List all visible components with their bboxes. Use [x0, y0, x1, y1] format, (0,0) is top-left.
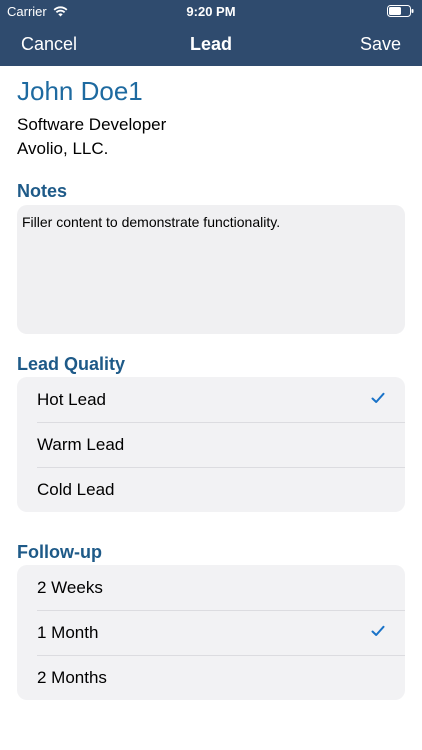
checkmark-icon: [371, 625, 385, 636]
lead-quality-option-cold[interactable]: Cold Lead: [17, 467, 405, 512]
option-label: Warm Lead: [37, 434, 125, 454]
follow-up-option-1-month[interactable]: 1 Month: [17, 610, 405, 655]
lead-quality-option-warm[interactable]: Warm Lead: [17, 422, 405, 467]
contact-company: Avolio, LLC.: [17, 139, 109, 158]
option-label: Hot Lead: [37, 389, 106, 409]
save-button[interactable]: Save: [360, 34, 401, 55]
notes-header: Notes: [17, 181, 68, 201]
follow-up-options: 2 Weeks 1 Month 2 Months: [17, 565, 405, 700]
lead-quality-header: Lead Quality: [17, 354, 126, 374]
battery-icon: [387, 5, 414, 17]
follow-up-header: Follow-up: [17, 542, 102, 562]
navigation-bar: Cancel Lead Save: [0, 22, 422, 66]
lead-quality-options: Hot Lead Warm Lead Cold Lead: [17, 377, 405, 512]
checkmark-icon: [371, 392, 385, 403]
option-label: 1 Month: [37, 622, 99, 642]
cancel-button[interactable]: Cancel: [21, 34, 77, 55]
follow-up-option-2-months[interactable]: 2 Months: [17, 655, 405, 700]
option-label: Cold Lead: [37, 479, 115, 499]
contact-job-title: Software Developer: [17, 115, 167, 134]
contact-name: John Doe1: [17, 76, 143, 106]
option-label: 2 Weeks: [37, 577, 103, 597]
notes-field[interactable]: Filler content to demonstrate functional…: [17, 205, 405, 334]
option-label: 2 Months: [37, 667, 107, 687]
status-time: 9:20 PM: [186, 4, 236, 19]
lead-quality-option-hot[interactable]: Hot Lead: [17, 377, 405, 422]
status-bar: Carrier 9:20 PM: [0, 0, 422, 22]
follow-up-option-2-weeks[interactable]: 2 Weeks: [17, 565, 405, 610]
